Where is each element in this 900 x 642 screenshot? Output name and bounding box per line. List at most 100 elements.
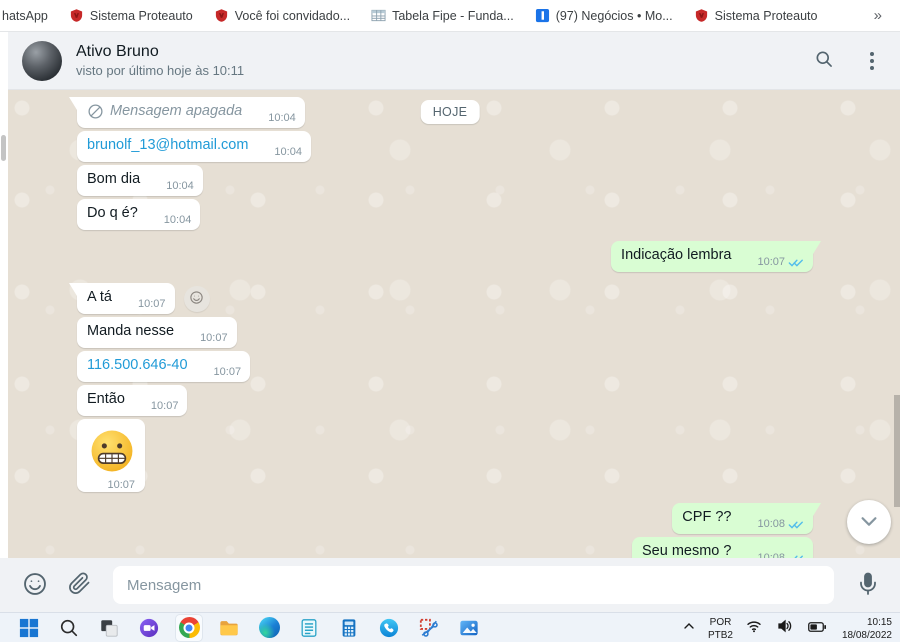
- windows-taskbar: POR PTB2 10:15 18/08/2022: [0, 612, 900, 642]
- phone-icon: [379, 618, 399, 638]
- wifi-button[interactable]: [744, 616, 764, 639]
- message-link-text[interactable]: brunolf_13@hotmail.com: [87, 136, 248, 155]
- volume-button[interactable]: [775, 616, 795, 639]
- chat-header-info[interactable]: Ativo Bruno visto por último hoje às 10:…: [76, 41, 244, 80]
- search-button[interactable]: [810, 45, 838, 76]
- phone-app-button[interactable]: [376, 615, 402, 641]
- shield-icon: [694, 8, 709, 23]
- photos-icon: [459, 618, 479, 638]
- snipping-tool-button[interactable]: [416, 615, 442, 641]
- paperclip-icon: [68, 572, 91, 598]
- notepad-button[interactable]: [296, 615, 322, 641]
- message-bubble[interactable]: Mensagem apagada 10:04: [77, 97, 305, 128]
- table-icon: [371, 8, 386, 23]
- battery-button[interactable]: [806, 618, 829, 637]
- chrome-button[interactable]: [176, 615, 202, 641]
- message-link-text[interactable]: 116.500.646-40: [87, 356, 188, 375]
- message-text: A tá: [87, 288, 112, 307]
- wifi-icon: [746, 618, 762, 637]
- scroll-to-bottom-button[interactable]: [847, 500, 891, 544]
- date-text: 18/08/2022: [840, 629, 892, 642]
- message-time: 10:07: [757, 256, 785, 268]
- deleted-message-icon: [87, 103, 104, 120]
- search-icon: [59, 618, 79, 638]
- last-seen-status: visto por último hoje às 10:11: [76, 62, 244, 80]
- chat-scrollbar-thumb[interactable]: [894, 395, 900, 507]
- message-list: Mensagem apagada 10:04 brunolf_13@hotmai…: [0, 90, 900, 558]
- start-button[interactable]: [16, 615, 42, 641]
- message-bubble[interactable]: Então 10:07: [77, 385, 187, 416]
- chat-list-panel-edge: [0, 32, 8, 558]
- video-app-button[interactable]: [136, 615, 162, 641]
- clock[interactable]: 10:15 18/08/2022: [840, 616, 892, 642]
- avatar[interactable]: [22, 41, 62, 81]
- read-receipt-icon: [788, 257, 804, 268]
- chrome-icon: [179, 617, 200, 638]
- bookmark-item-proteauto[interactable]: Sistema Proteauto: [69, 8, 193, 23]
- bookmark-label: hatsApp: [2, 9, 48, 23]
- kebab-icon: [870, 52, 874, 56]
- message-time: 10:08: [757, 552, 785, 558]
- read-receipt-icon: [788, 519, 804, 530]
- shield-icon: [214, 8, 229, 23]
- notepad-icon: [299, 618, 319, 638]
- calculator-icon: [339, 618, 359, 638]
- taskbar-search-button[interactable]: [56, 615, 82, 641]
- message-time: 10:07: [107, 479, 135, 491]
- message-bubble[interactable]: Indicação lembra 10:07: [611, 241, 813, 272]
- microphone-icon: [856, 572, 880, 599]
- message-bubble[interactable]: A tá 10:07: [77, 283, 210, 314]
- message-time: 10:07: [214, 366, 242, 378]
- message-time: 10:04: [166, 180, 194, 192]
- menu-button[interactable]: [864, 50, 880, 72]
- folder-icon: [219, 618, 239, 638]
- message-time: 10:07: [151, 400, 179, 412]
- smiley-icon: [189, 290, 204, 308]
- message-text: Bom dia: [87, 170, 140, 189]
- react-button[interactable]: [184, 286, 210, 312]
- contact-name: Ativo Bruno: [76, 41, 244, 62]
- message-text: Mensagem apagada: [110, 102, 242, 121]
- composer-bar: [0, 558, 900, 612]
- message-bubble[interactable]: Bom dia 10:04: [77, 165, 203, 196]
- attach-button[interactable]: [62, 566, 97, 604]
- file-explorer-button[interactable]: [216, 615, 242, 641]
- message-bubble[interactable]: CPF ?? 10:08: [672, 503, 813, 534]
- message-input[interactable]: [113, 566, 834, 604]
- message-bubble[interactable]: brunolf_13@hotmail.com 10:04: [77, 131, 311, 162]
- bookmark-label: Sistema Proteauto: [715, 9, 818, 23]
- message-time: 10:07: [200, 332, 228, 344]
- calculator-button[interactable]: [336, 615, 362, 641]
- mic-button[interactable]: [850, 566, 886, 605]
- bookmark-item-proteauto-2[interactable]: Sistema Proteauto: [694, 8, 818, 23]
- message-bubble[interactable]: 116.500.646-40 10:07: [77, 351, 250, 382]
- language-indicator[interactable]: POR PTB2: [708, 616, 733, 642]
- message-text: Seu mesmo ?: [642, 542, 731, 558]
- tray-expand-button[interactable]: [681, 618, 697, 637]
- scissors-icon: [419, 618, 439, 638]
- message-bubble[interactable]: Do q é? 10:04: [77, 199, 200, 230]
- bookmark-item-convite[interactable]: Você foi convidado...: [214, 8, 350, 23]
- bookmarks-overflow-button[interactable]: »: [866, 7, 890, 24]
- photos-app-button[interactable]: [456, 615, 482, 641]
- speaker-icon: [777, 618, 793, 637]
- chat-area: HOJE Mensagem apagada 10:04 brunolf_13@h…: [0, 90, 900, 558]
- message-bubble[interactable]: Seu mesmo ? 10:08: [632, 537, 813, 558]
- task-view-button[interactable]: [96, 615, 122, 641]
- grimacing-emoji: [89, 428, 135, 479]
- message-bubble[interactable]: 10:07: [77, 419, 145, 492]
- emoji-button[interactable]: [16, 565, 54, 606]
- bookmark-item-fipe[interactable]: Tabela Fipe - Funda...: [371, 8, 514, 23]
- message-bubble[interactable]: Manda nesse 10:07: [77, 317, 237, 348]
- task-view-icon: [99, 618, 119, 638]
- bookmark-item-whatsapp[interactable]: hatsApp: [2, 9, 48, 23]
- bookmark-label: (97) Negócios • Mo...: [556, 9, 673, 23]
- shield-icon: [69, 8, 84, 23]
- bookmark-item-negocios[interactable]: (97) Negócios • Mo...: [535, 8, 673, 23]
- search-icon: [814, 49, 834, 72]
- bookmarks-bar: hatsApp Sistema Proteauto Você foi convi…: [0, 0, 900, 32]
- panel-scrollbar-thumb[interactable]: [1, 135, 6, 161]
- message-text: Indicação lembra: [621, 246, 731, 265]
- message-text: Então: [87, 390, 125, 409]
- edge-button[interactable]: [256, 615, 282, 641]
